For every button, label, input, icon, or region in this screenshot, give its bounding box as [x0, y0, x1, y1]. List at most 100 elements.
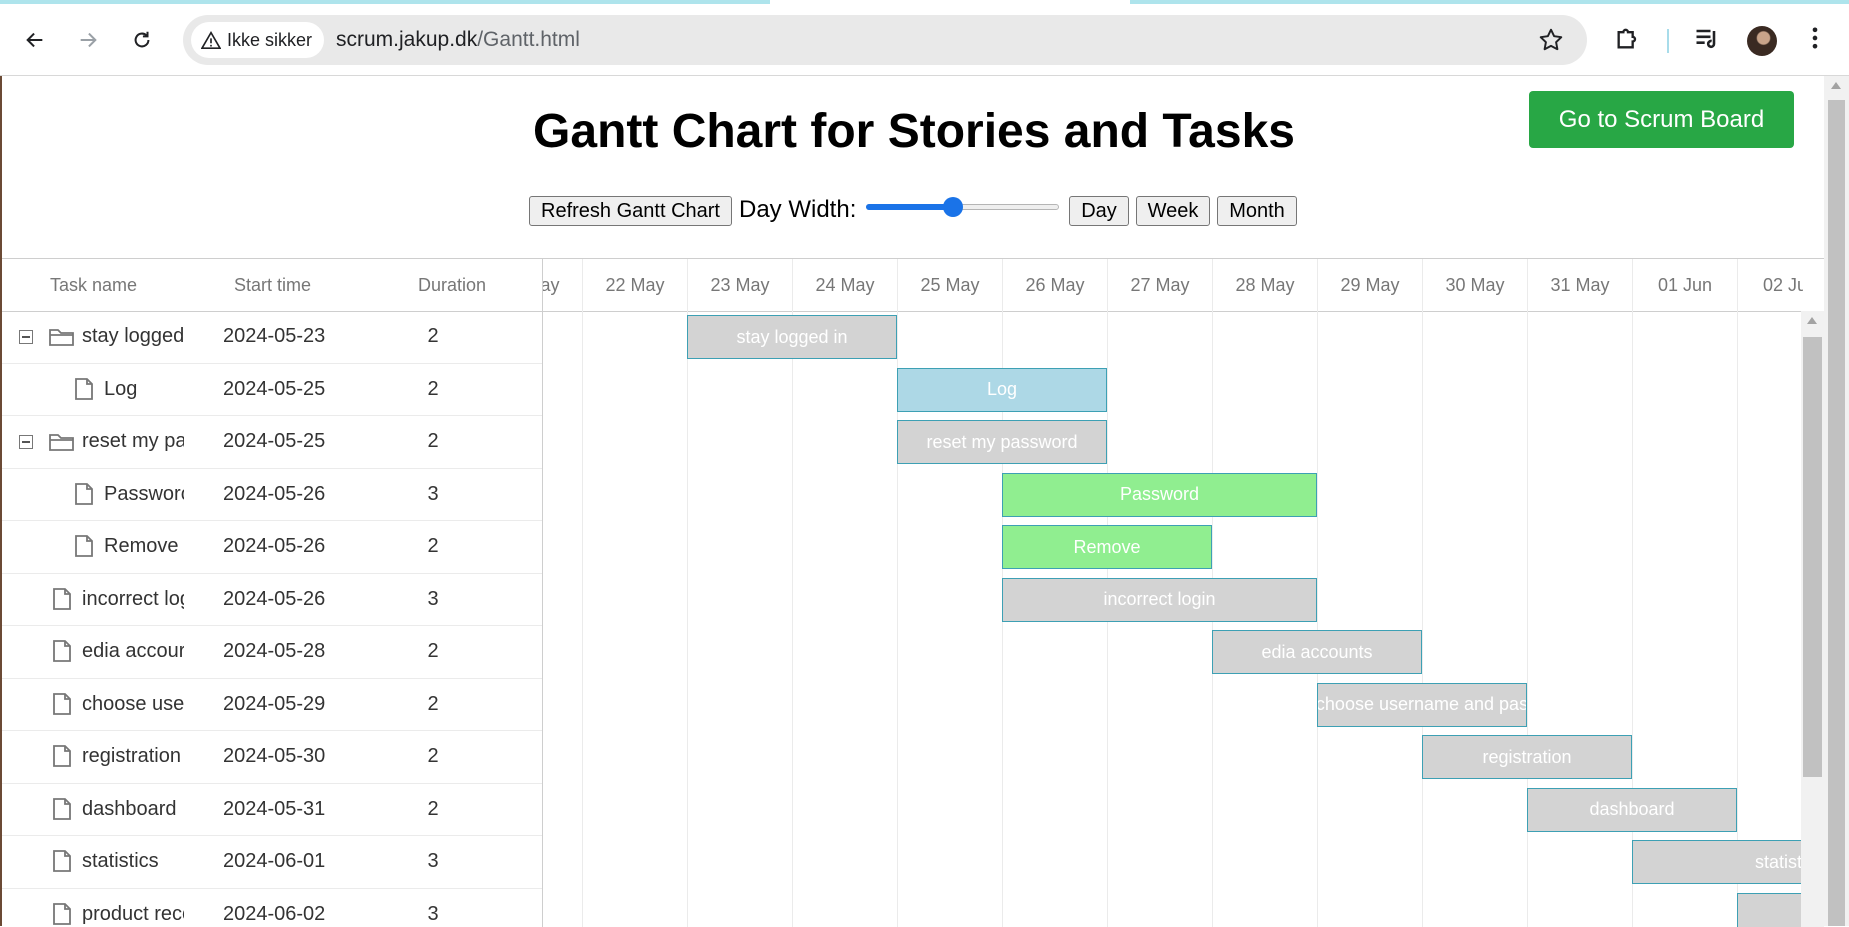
scale-date: 25 May — [897, 259, 1002, 311]
profile-avatar[interactable] — [1747, 26, 1777, 56]
table-row[interactable]: Passworc2024-05-263 — [2, 469, 542, 522]
task-start: 2024-05-26 — [223, 535, 325, 558]
file-icon — [52, 797, 72, 826]
gantt-bar[interactable]: incorrect login — [1002, 578, 1317, 622]
security-chip[interactable]: Ikke sikker — [191, 22, 324, 58]
grid-rows: stay logged2024-05-232Log2024-05-252rese… — [2, 311, 542, 927]
folder-icon — [48, 431, 76, 458]
page-scroll-up-arrow[interactable] — [1831, 82, 1841, 89]
task-start: 2024-05-25 — [223, 430, 325, 453]
task-name: reset my pa — [82, 430, 184, 453]
grid-column-line — [1317, 311, 1318, 927]
task-start: 2024-05-25 — [223, 378, 325, 401]
refresh-gantt-button[interactable]: Refresh Gantt Chart — [529, 196, 732, 226]
address-bar[interactable]: Ikke sikker scrum.jakup.dk/Gantt.html — [183, 15, 1587, 65]
scale-date: 21 May — [543, 259, 582, 311]
arrow-right-icon — [77, 29, 99, 51]
day-width-slider[interactable] — [866, 199, 1059, 215]
task-name: Remove — [104, 535, 184, 558]
scale-month-button[interactable]: Month — [1217, 196, 1297, 226]
gantt-bar[interactable]: Password — [1002, 473, 1317, 517]
column-task-name[interactable]: Task name — [50, 275, 137, 296]
security-label: Ikke sikker — [227, 30, 312, 51]
folder-icon — [48, 326, 76, 353]
table-row[interactable]: registration2024-05-302 — [2, 731, 542, 784]
task-name: statistics — [82, 850, 184, 873]
gantt-bar[interactable]: Log — [897, 368, 1107, 412]
grid-header: Task name Start time Duration — [2, 259, 542, 312]
column-start-time[interactable]: Start time — [234, 275, 311, 296]
grid-column-line — [1737, 311, 1738, 927]
gantt-bar[interactable]: registration — [1422, 735, 1632, 779]
slider-fill — [866, 204, 953, 210]
slider-thumb[interactable] — [943, 197, 963, 217]
table-row[interactable]: dashboard2024-05-312 — [2, 784, 542, 837]
task-start: 2024-06-01 — [223, 850, 325, 873]
gantt-bar[interactable]: reset my password — [897, 420, 1107, 464]
file-icon — [52, 744, 72, 773]
task-duration: 3 — [418, 903, 448, 926]
scale-day-button[interactable]: Day — [1069, 196, 1129, 226]
menu-dots-icon[interactable] — [1801, 24, 1829, 57]
page-scroll-thumb[interactable] — [1828, 100, 1845, 926]
gantt-bar[interactable]: dashboard — [1527, 788, 1737, 832]
gantt-bar[interactable]: stay logged in — [687, 315, 897, 359]
task-duration: 2 — [418, 640, 448, 663]
grid-column-line — [1527, 311, 1528, 927]
media-queue-icon[interactable] — [1693, 24, 1721, 57]
task-start: 2024-05-30 — [223, 745, 325, 768]
scale-week-button[interactable]: Week — [1136, 196, 1210, 226]
gantt-bar[interactable] — [1737, 893, 1803, 927]
scale-date: 31 May — [1527, 259, 1632, 311]
gantt-bar[interactable]: edia accounts — [1212, 630, 1422, 674]
url-text[interactable]: scrum.jakup.dk/Gantt.html — [336, 28, 580, 52]
task-start: 2024-05-26 — [223, 588, 325, 611]
table-row[interactable]: choose user2024-05-292 — [2, 679, 542, 732]
collapse-toggle-icon[interactable] — [19, 330, 33, 344]
task-duration: 3 — [418, 588, 448, 611]
reload-button[interactable] — [124, 22, 160, 58]
back-button[interactable] — [17, 22, 53, 58]
grid-column-line — [792, 311, 793, 927]
table-row[interactable]: stay logged2024-05-232 — [2, 311, 542, 364]
page-scrollbar[interactable] — [1824, 76, 1849, 926]
column-duration[interactable]: Duration — [418, 275, 486, 296]
table-row[interactable]: reset my pa 2024-05-25 2 — [2, 416, 542, 469]
table-row[interactable]: Log2024-05-252 — [2, 364, 542, 417]
task-start: 2024-06-02 — [223, 903, 325, 926]
gantt-bar[interactable]: choose username and pas — [1317, 683, 1527, 727]
gantt-bar[interactable]: statistics — [1632, 840, 1803, 884]
collapse-toggle-icon[interactable] — [19, 435, 33, 449]
scroll-up-arrow[interactable] — [1807, 317, 1817, 324]
grid-column-line — [1632, 311, 1633, 927]
bookmark-star-icon[interactable] — [1538, 27, 1564, 58]
task-name: Log — [104, 378, 184, 401]
table-row[interactable]: statistics2024-06-013 — [2, 836, 542, 889]
extensions-icon[interactable] — [1614, 24, 1642, 57]
task-name: edia accour — [82, 640, 184, 663]
gantt-scroll-thumb[interactable] — [1803, 337, 1822, 777]
browser-toolbar: Ikke sikker scrum.jakup.dk/Gantt.html — [0, 4, 1849, 76]
table-row[interactable]: edia accour2024-05-282 — [2, 626, 542, 679]
task-duration: 2 — [418, 430, 448, 453]
scale-date: 23 May — [687, 259, 792, 311]
gantt-scrollbar[interactable] — [1801, 311, 1824, 927]
table-row[interactable]: product reco 2024-06-02 3 — [2, 889, 542, 927]
task-name: incorrect log — [82, 588, 184, 611]
task-duration: 2 — [418, 325, 448, 348]
task-name: Passworc — [104, 483, 184, 506]
file-icon — [74, 482, 94, 511]
forward-button[interactable] — [70, 22, 106, 58]
task-name: product reco — [82, 903, 184, 926]
task-duration: 3 — [418, 483, 448, 506]
file-icon — [52, 902, 72, 927]
task-duration: 2 — [418, 798, 448, 821]
table-row[interactable]: Remove2024-05-262 — [2, 521, 542, 574]
go-to-scrum-board-button[interactable]: Go to Scrum Board — [1529, 91, 1794, 148]
file-icon — [52, 587, 72, 616]
scale-date: 24 May — [792, 259, 897, 311]
scale-date: 28 May — [1212, 259, 1317, 311]
table-row[interactable]: incorrect log 2024-05-26 3 — [2, 574, 542, 627]
gantt-bar[interactable]: Remove — [1002, 525, 1212, 569]
task-start: 2024-05-31 — [223, 798, 325, 821]
